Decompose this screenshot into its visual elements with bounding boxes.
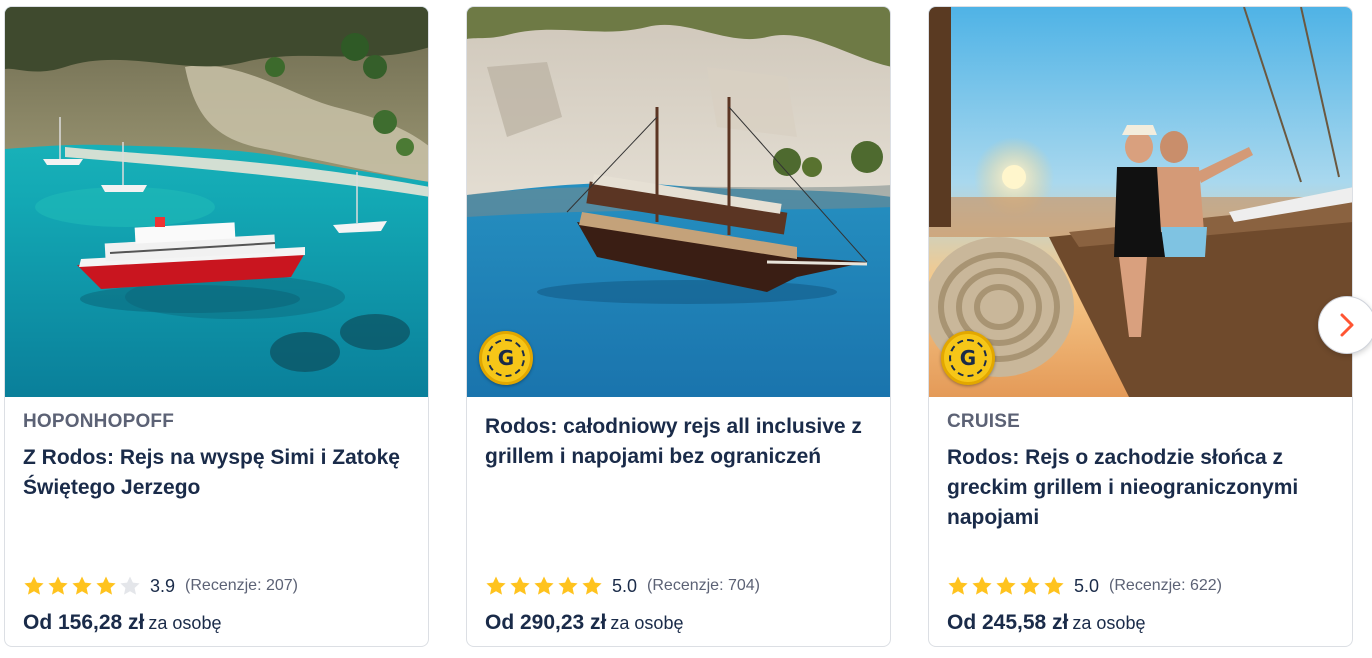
price-amount: Od 290,23 zł — [485, 611, 607, 634]
star-filled-icon — [972, 576, 992, 595]
badge-letter: G — [487, 339, 525, 377]
activity-carousel: HOPONHOPOFF Z Rodos: Rejs na wyspę Simi … — [0, 0, 1372, 658]
chevron-right-icon — [1340, 313, 1354, 337]
star-filled-icon — [510, 576, 530, 595]
card-content: CRUISE Rodos: Rejs o zachodzie słońca z … — [947, 397, 1334, 646]
original-badge-icon: G — [941, 331, 995, 385]
rating-row: 5.0 (Recenzje: 704) — [485, 573, 760, 599]
price-row: Od 245,58 zł za osobę — [947, 611, 1145, 635]
price-suffix: za osobę — [1072, 613, 1146, 633]
star-rating — [23, 575, 141, 597]
badge-letter: G — [949, 339, 987, 377]
card-content: HOPONHOPOFF Z Rodos: Rejs na wyspę Simi … — [23, 397, 410, 646]
star-rating — [485, 575, 603, 597]
supplier-name: CRUISE — [947, 411, 1020, 432]
original-badge-icon: G — [479, 331, 533, 385]
star-rating — [947, 575, 1065, 597]
star-filled-icon — [24, 576, 44, 595]
rating-score: 5.0 — [1074, 575, 1100, 596]
star-filled-icon — [534, 576, 554, 595]
activity-card[interactable]: G CRUISE Rodos: Rejs o zachodzie słońca … — [928, 6, 1353, 647]
supplier-name: HOPONHOPOFF — [23, 411, 175, 432]
rating-score: 3.9 — [150, 575, 176, 596]
price-amount: Od 245,58 zł — [947, 611, 1069, 634]
activity-photo[interactable] — [5, 7, 428, 397]
carousel-next-button[interactable] — [1318, 296, 1372, 354]
star-filled-icon — [48, 576, 68, 595]
star-filled-icon — [486, 576, 506, 595]
star-filled-icon — [1020, 576, 1040, 595]
review-count: (Recenzje: 207) — [185, 577, 298, 594]
rating-row: 5.0 (Recenzje: 622) — [947, 573, 1222, 599]
price-suffix: za osobę — [610, 613, 684, 633]
rating-row: 3.9 (Recenzje: 207) — [23, 573, 298, 599]
activity-card[interactable]: G Rodos: całodniowy rejs all inclusive z… — [466, 6, 891, 647]
star-filled-icon — [948, 576, 968, 595]
activity-photo[interactable]: G — [929, 7, 1352, 397]
card-content: Rodos: całodniowy rejs all inclusive z g… — [485, 397, 872, 646]
review-count: (Recenzje: 622) — [1109, 577, 1222, 594]
activity-photo[interactable]: G — [467, 7, 890, 397]
star-filled-icon — [582, 576, 602, 595]
price-row: Od 156,28 zł za osobę — [23, 611, 221, 635]
price-suffix: za osobę — [148, 613, 222, 633]
star-filled-icon — [72, 576, 92, 595]
price-amount: Od 156,28 zł — [23, 611, 145, 634]
star-filled-icon — [1044, 576, 1064, 595]
rating-score: 5.0 — [612, 575, 638, 596]
review-count: (Recenzje: 704) — [647, 577, 760, 594]
star-empty-icon — [120, 576, 140, 595]
activity-title[interactable]: Rodos: Rejs o zachodzie słońca z greckim… — [947, 443, 1334, 533]
star-filled-icon — [996, 576, 1016, 595]
star-filled-icon — [96, 576, 116, 595]
activity-card[interactable]: HOPONHOPOFF Z Rodos: Rejs na wyspę Simi … — [4, 6, 429, 647]
activity-title[interactable]: Z Rodos: Rejs na wyspę Simi i Zatokę Świ… — [23, 443, 410, 503]
star-filled-icon — [558, 576, 578, 595]
activity-title[interactable]: Rodos: całodniowy rejs all inclusive z g… — [485, 412, 872, 472]
price-row: Od 290,23 zł za osobę — [485, 611, 683, 635]
